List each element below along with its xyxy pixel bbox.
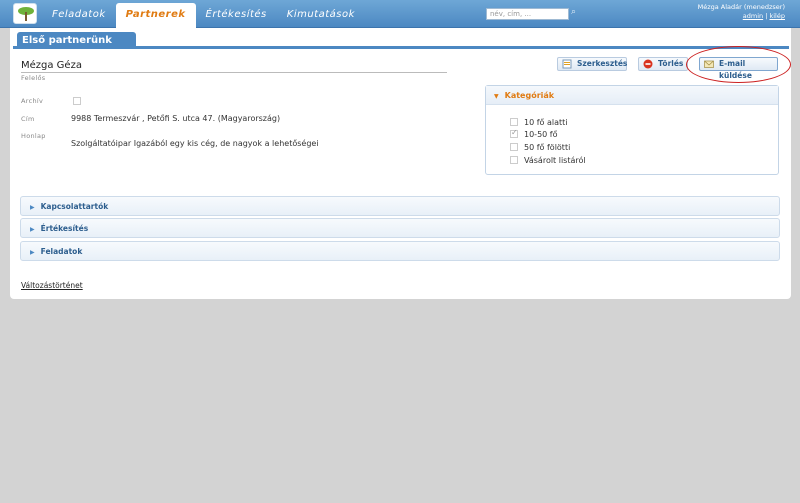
- archive-checkbox[interactable]: [73, 96, 81, 105]
- title-bar: Első partnerünk: [13, 29, 789, 49]
- categories-title: Kategóriák: [504, 91, 555, 100]
- partner-detail-panel: Első partnerünk Mézga Géza Felelős Archí…: [10, 28, 791, 299]
- admin-link[interactable]: admin: [743, 12, 763, 20]
- category-checkbox[interactable]: [510, 156, 518, 164]
- address-value: 9988 Termeszvár , Petőfi S. utca 47. (Ma…: [71, 114, 281, 123]
- categories-header[interactable]: ▼ Kategóriák: [486, 86, 778, 105]
- category-checkbox[interactable]: [510, 118, 518, 126]
- category-item[interactable]: 10-50 fő: [510, 128, 558, 139]
- edit-button-label: Szerkesztés: [577, 59, 628, 68]
- delete-icon: [643, 59, 653, 69]
- section-label: Feladatok: [40, 247, 83, 256]
- address-label: Cím: [21, 115, 35, 123]
- caret-down-icon: ▼: [494, 93, 499, 100]
- description-text: Szolgáltatóipar Igazából egy kis cég, de…: [71, 139, 319, 148]
- tab-partnerek[interactable]: Partnerek: [115, 3, 196, 28]
- responsible-label: Felelős: [21, 74, 46, 82]
- section-kapcsolattartok[interactable]: ▶ Kapcsolattartók: [20, 196, 780, 216]
- categories-box: ▼ Kategóriák 10 fő alatti 10-50 fő 50 fő …: [485, 85, 779, 175]
- category-checkbox[interactable]: [510, 128, 518, 138]
- edit-button[interactable]: Szerkesztés: [557, 57, 627, 71]
- section-ertekesites[interactable]: ▶ Értékesítés: [20, 218, 780, 238]
- archive-label: Archív: [21, 97, 44, 105]
- caret-right-icon: ▶: [30, 226, 35, 233]
- category-item[interactable]: Vásárolt listáról: [510, 156, 586, 165]
- logout-link[interactable]: kilép: [769, 12, 785, 20]
- highlight-annotation: [686, 46, 791, 83]
- user-name: Mézga Aladár (menedzser): [697, 3, 785, 11]
- contact-name: Mézga Géza: [21, 60, 447, 73]
- caret-right-icon: ▶: [30, 204, 35, 211]
- tree-icon: [18, 7, 34, 21]
- section-label: Kapcsolattartók: [40, 202, 109, 211]
- history-link[interactable]: Változástörténet: [21, 281, 83, 290]
- page-title: Első partnerünk: [17, 32, 136, 49]
- edit-icon: [562, 59, 572, 69]
- delete-button-label: Törlés: [658, 59, 684, 68]
- caret-right-icon: ▶: [30, 249, 35, 256]
- separator: |: [765, 12, 768, 20]
- tab-kimutatasok[interactable]: Kimutatások: [277, 3, 365, 28]
- search-icon[interactable]: ⌕: [571, 7, 576, 17]
- category-checkbox[interactable]: [510, 143, 518, 151]
- top-navigation-bar: Feladatok Partnerek Értékesítés Kimutatá…: [0, 0, 800, 28]
- category-item[interactable]: 50 fő fölötti: [510, 143, 570, 152]
- category-item[interactable]: 10 fő alatti: [510, 118, 568, 127]
- user-box: Mézga Aladár (menedzser) admin | kilép: [698, 3, 785, 21]
- category-label: 50 fő fölötti: [524, 143, 571, 152]
- section-feladatok[interactable]: ▶ Feladatok: [20, 241, 780, 261]
- category-label: 10 fő alatti: [524, 118, 568, 127]
- category-label: Vásárolt listáról: [524, 156, 586, 165]
- app-logo[interactable]: [13, 3, 37, 24]
- tab-ertekesites[interactable]: Értékesítés: [196, 3, 277, 28]
- delete-button[interactable]: Törlés: [638, 57, 688, 71]
- homepage-label: Honlap: [21, 132, 46, 140]
- tab-feladatok[interactable]: Feladatok: [42, 3, 116, 28]
- category-label: 10-50 fő: [524, 130, 558, 139]
- search-input[interactable]: név, cím, ...: [486, 8, 569, 20]
- main-nav: Feladatok Partnerek Értékesítés Kimutatá…: [42, 3, 365, 28]
- section-label: Értékesítés: [40, 224, 89, 233]
